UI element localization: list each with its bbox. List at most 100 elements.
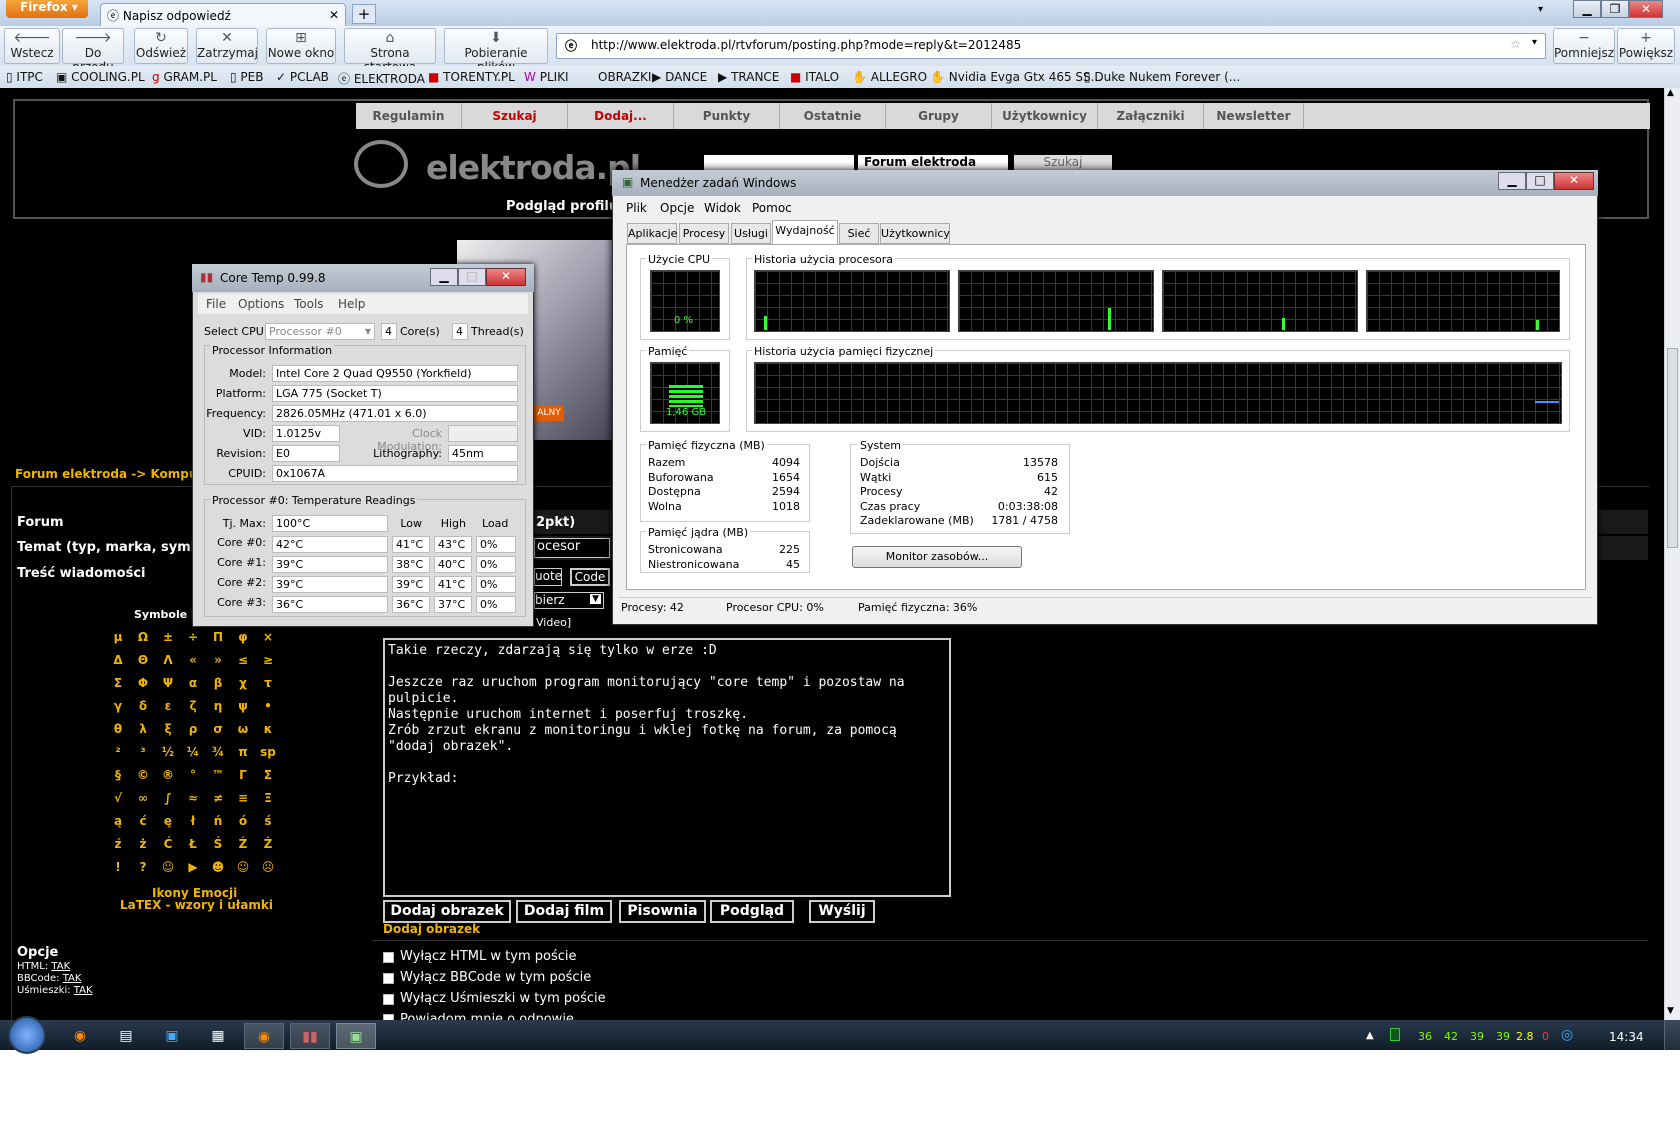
- symbol-button[interactable]: Γ: [231, 768, 255, 782]
- symbol-button[interactable]: ®: [156, 768, 180, 782]
- symbol-button[interactable]: Λ: [156, 653, 180, 667]
- taskmanager-titlebar[interactable]: ▣ Menedżer zadań Windows ▁ □ ✕: [612, 170, 1598, 196]
- symbol-button[interactable]: τ: [256, 676, 280, 690]
- menu-ostatnie[interactable]: Ostatnie: [780, 103, 886, 129]
- scroll-down-icon[interactable]: ▼: [1667, 1006, 1674, 1016]
- coretemp-minimize-button[interactable]: ▁: [430, 268, 458, 286]
- close-button[interactable]: ✕: [1629, 0, 1663, 18]
- disable-smilies-checkbox[interactable]: [383, 994, 394, 1005]
- forward-button[interactable]: 🡒Do przodu: [62, 28, 124, 74]
- scroll-up-icon[interactable]: ▲: [1667, 88, 1674, 98]
- tool-pinned-icon[interactable]: ▦: [198, 1023, 238, 1049]
- symbol-button[interactable]: λ: [131, 722, 155, 736]
- tm-menu-pomoc[interactable]: Pomoc: [752, 201, 792, 215]
- page-scrollbar[interactable]: ▲ ▼: [1664, 88, 1680, 1020]
- menu-szukaj[interactable]: Szukaj: [462, 103, 568, 129]
- symbol-button[interactable]: ń: [206, 814, 230, 828]
- symbol-button[interactable]: ≈: [181, 791, 205, 805]
- symbol-button[interactable]: ☺: [156, 860, 180, 874]
- scroll-thumb[interactable]: [1667, 348, 1678, 548]
- symbol-button[interactable]: ≡: [231, 791, 255, 805]
- code-button[interactable]: Code: [570, 568, 610, 586]
- symbol-button[interactable]: ±: [156, 630, 180, 644]
- symbol-button[interactable]: ™: [206, 768, 230, 782]
- symbol-button[interactable]: ζ: [181, 699, 205, 713]
- symbol-button[interactable]: Δ: [106, 653, 130, 667]
- symbol-button[interactable]: !: [106, 860, 130, 874]
- minimize-button[interactable]: ▁: [1573, 0, 1601, 18]
- add-image-button[interactable]: Dodaj obrazek: [383, 900, 511, 923]
- symbol-button[interactable]: Ć: [156, 837, 180, 851]
- symbol-button[interactable]: φ: [231, 630, 255, 644]
- tm-menu-plik[interactable]: Plik: [626, 201, 647, 215]
- bookmark-nvidia[interactable]: ✋ Nvidia Evga Gtx 465 SS...: [930, 70, 1102, 84]
- symbol-button[interactable]: ?: [131, 860, 155, 874]
- start-button[interactable]: [8, 1016, 46, 1054]
- symbol-button[interactable]: ó: [231, 814, 255, 828]
- symbol-button[interactable]: §: [106, 768, 130, 782]
- symbol-button[interactable]: ☻: [206, 860, 230, 874]
- symbol-button[interactable]: Ξ: [256, 791, 280, 805]
- video-button[interactable]: Video]: [536, 616, 571, 629]
- symbol-button[interactable]: ź: [106, 837, 130, 851]
- symbol-button[interactable]: ×: [256, 630, 280, 644]
- bbcode-option-value[interactable]: TAK: [63, 973, 82, 984]
- taskmanager-maximize-button[interactable]: □: [1526, 172, 1554, 190]
- preview-button[interactable]: Podgląd: [710, 900, 794, 923]
- bookmark-italo[interactable]: ■ ITALO: [790, 70, 839, 84]
- symbol-button[interactable]: √: [106, 791, 130, 805]
- symbol-button[interactable]: ☺: [231, 860, 255, 874]
- symbol-button[interactable]: ą: [106, 814, 130, 828]
- firefox-task-button[interactable]: ◉: [244, 1023, 284, 1049]
- bookmark-allegro[interactable]: ✋ ALLEGRO: [852, 70, 927, 84]
- back-button[interactable]: 🡐 Wstecz: [4, 28, 60, 64]
- site-logo[interactable]: elektroda.pl: [426, 148, 641, 187]
- cpu-tray-icon[interactable]: [1390, 1028, 1400, 1041]
- bookmark-trance[interactable]: ▶ TRANCE: [718, 70, 779, 84]
- topic-input[interactable]: ocesor: [534, 538, 610, 558]
- tm-menu-widok[interactable]: Widok: [704, 201, 741, 215]
- profile-preview-link[interactable]: Podgląd profilu: [506, 199, 618, 214]
- symbol-button[interactable]: ½: [156, 745, 180, 759]
- symbol-button[interactable]: ☹: [256, 860, 280, 874]
- menu-grupy[interactable]: Grupy: [886, 103, 992, 129]
- symbol-button[interactable]: ś: [256, 814, 280, 828]
- symbol-button[interactable]: ³: [131, 745, 155, 759]
- disable-html-checkbox[interactable]: [383, 952, 394, 963]
- symbol-button[interactable]: α: [181, 676, 205, 690]
- search-forum-select[interactable]: Forum elektroda: [858, 155, 1008, 171]
- menu-punkty[interactable]: Punkty: [674, 103, 780, 129]
- coretemp-menu-file[interactable]: File: [206, 297, 226, 311]
- symbol-button[interactable]: Ł: [181, 837, 205, 851]
- latex-link[interactable]: LaTEX - wzory i ułamki: [120, 898, 273, 912]
- search-button[interactable]: Szukaj: [1014, 155, 1112, 171]
- network-tray-icon[interactable]: ◎: [1561, 1027, 1573, 1043]
- symbol-button[interactable]: ξ: [156, 722, 180, 736]
- symbol-button[interactable]: β: [206, 676, 230, 690]
- menu-dodaj[interactable]: Dodaj...: [568, 103, 674, 129]
- bbcode-select[interactable]: bierz ▼: [534, 592, 604, 609]
- taskmanager-minimize-button[interactable]: ▁: [1498, 172, 1526, 190]
- restore-button[interactable]: ❐: [1601, 0, 1629, 18]
- symbol-button[interactable]: π: [231, 745, 255, 759]
- tm-menu-opcje[interactable]: Opcje: [660, 201, 694, 215]
- tab-list-icon[interactable]: ▾: [1538, 4, 1543, 15]
- symbol-button[interactable]: Φ: [131, 676, 155, 690]
- coretemp-close-button[interactable]: ✕: [486, 268, 526, 286]
- zoom-out-button[interactable]: − Pomniejsz: [1553, 28, 1615, 64]
- symbol-button[interactable]: ∞: [131, 791, 155, 805]
- explorer-pinned-icon[interactable]: ▤: [106, 1023, 146, 1049]
- tab-procesy[interactable]: Procesy: [679, 223, 729, 244]
- tab-siec[interactable]: Sieć: [839, 223, 879, 244]
- coretemp-task-button[interactable]: ▮▮: [290, 1023, 330, 1049]
- smilies-option-value[interactable]: TAK: [74, 985, 93, 996]
- symbol-button[interactable]: ÷: [181, 630, 205, 644]
- symbol-button[interactable]: Σ: [106, 676, 130, 690]
- quote-button[interactable]: uote: [534, 568, 562, 586]
- symbol-button[interactable]: γ: [106, 699, 130, 713]
- symbol-button[interactable]: ∫: [156, 791, 180, 805]
- symbol-button[interactable]: Ś: [206, 837, 230, 851]
- symbol-button[interactable]: χ: [231, 676, 255, 690]
- submit-button[interactable]: Wyślij: [809, 900, 875, 923]
- symbol-button[interactable]: »: [206, 653, 230, 667]
